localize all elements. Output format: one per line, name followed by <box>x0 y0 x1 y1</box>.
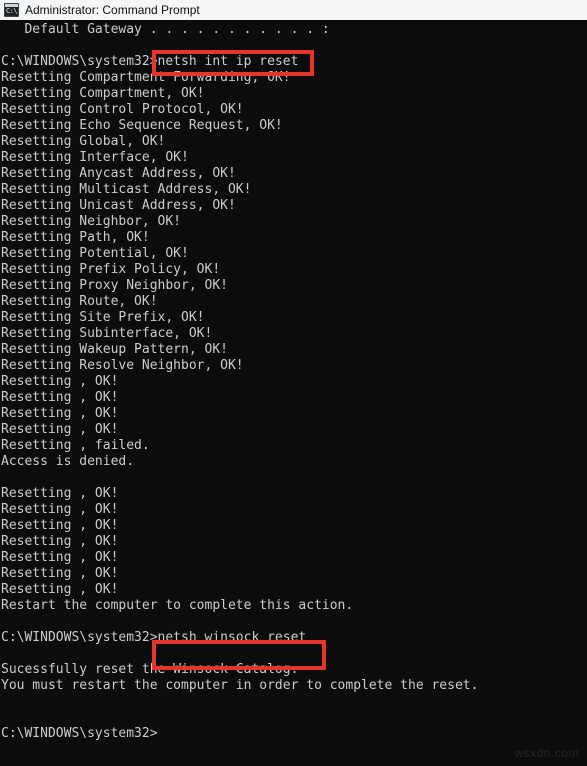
console-line: Resetting Compartment Forwarding, OK! <box>1 70 291 85</box>
console-line: Resetting Prefix Policy, OK! <box>1 262 221 277</box>
console-line: C:\WINDOWS\system32> <box>1 726 158 741</box>
console-line: Resetting Global, OK! <box>1 134 166 149</box>
console-line: You must restart the computer in order t… <box>1 678 479 693</box>
console-line: Resetting Multicast Address, OK! <box>1 182 252 197</box>
console-line: Sucessfully reset the Winsock Catalog. <box>1 662 299 677</box>
console-line: Resetting , failed. <box>1 438 150 453</box>
console-line: Resetting Resolve Neighbor, OK! <box>1 358 244 373</box>
console-line: Resetting Subinterface, OK! <box>1 326 213 341</box>
console-line: Resetting , OK! <box>1 486 119 501</box>
cmd-icon[interactable]: C:\ <box>4 3 19 17</box>
command-prompt-window: C:\ Administrator: Command Prompt Defaul… <box>0 0 587 766</box>
console-line: Resetting Neighbor, OK! <box>1 214 182 229</box>
console-lines: Default Gateway . . . . . . . . . . . : … <box>0 22 587 742</box>
window-title: Administrator: Command Prompt <box>25 3 200 17</box>
window-titlebar[interactable]: C:\ Administrator: Command Prompt <box>0 0 587 20</box>
console-line: Resetting Echo Sequence Request, OK! <box>1 118 283 133</box>
console-line: Resetting Wakeup Pattern, OK! <box>1 342 228 357</box>
cmd-icon-glyph: C:\ <box>6 7 18 15</box>
console-line: Resetting , OK! <box>1 566 119 581</box>
console-line: C:\WINDOWS\system32>netsh winsock reset <box>1 630 307 645</box>
watermark: wsxdn.com <box>514 746 579 760</box>
console-line: Default Gateway . . . . . . . . . . . : <box>1 22 330 37</box>
console-line: Resetting Site Prefix, OK! <box>1 310 205 325</box>
console-line: Resetting Proxy Neighbor, OK! <box>1 278 228 293</box>
console-line: Resetting Control Protocol, OK! <box>1 102 244 117</box>
console-line: Resetting Unicast Address, OK! <box>1 198 236 213</box>
console-line: Resetting Route, OK! <box>1 294 158 309</box>
console-line: Resetting , OK! <box>1 390 119 405</box>
console-line: Resetting , OK! <box>1 422 119 437</box>
console-line: Resetting , OK! <box>1 582 119 597</box>
console-line: Resetting , OK! <box>1 534 119 549</box>
console-line: Resetting , OK! <box>1 550 119 565</box>
console-line: Resetting , OK! <box>1 518 119 533</box>
console-line: Resetting Interface, OK! <box>1 150 189 165</box>
console-line: Access is denied. <box>1 454 135 469</box>
console-line: C:\WINDOWS\system32>netsh int ip reset <box>1 54 299 69</box>
console-output-area[interactable]: Default Gateway . . . . . . . . . . . : … <box>0 20 587 766</box>
console-line: Resetting Compartment, OK! <box>1 86 205 101</box>
console-line: Resetting , OK! <box>1 406 119 421</box>
console-line: Resetting Anycast Address, OK! <box>1 166 236 181</box>
console-line: Resetting Path, OK! <box>1 230 150 245</box>
console-line: Restart the computer to complete this ac… <box>1 598 354 613</box>
console-line: Resetting , OK! <box>1 502 119 517</box>
console-line: Resetting Potential, OK! <box>1 246 189 261</box>
console-line: Resetting , OK! <box>1 374 119 389</box>
